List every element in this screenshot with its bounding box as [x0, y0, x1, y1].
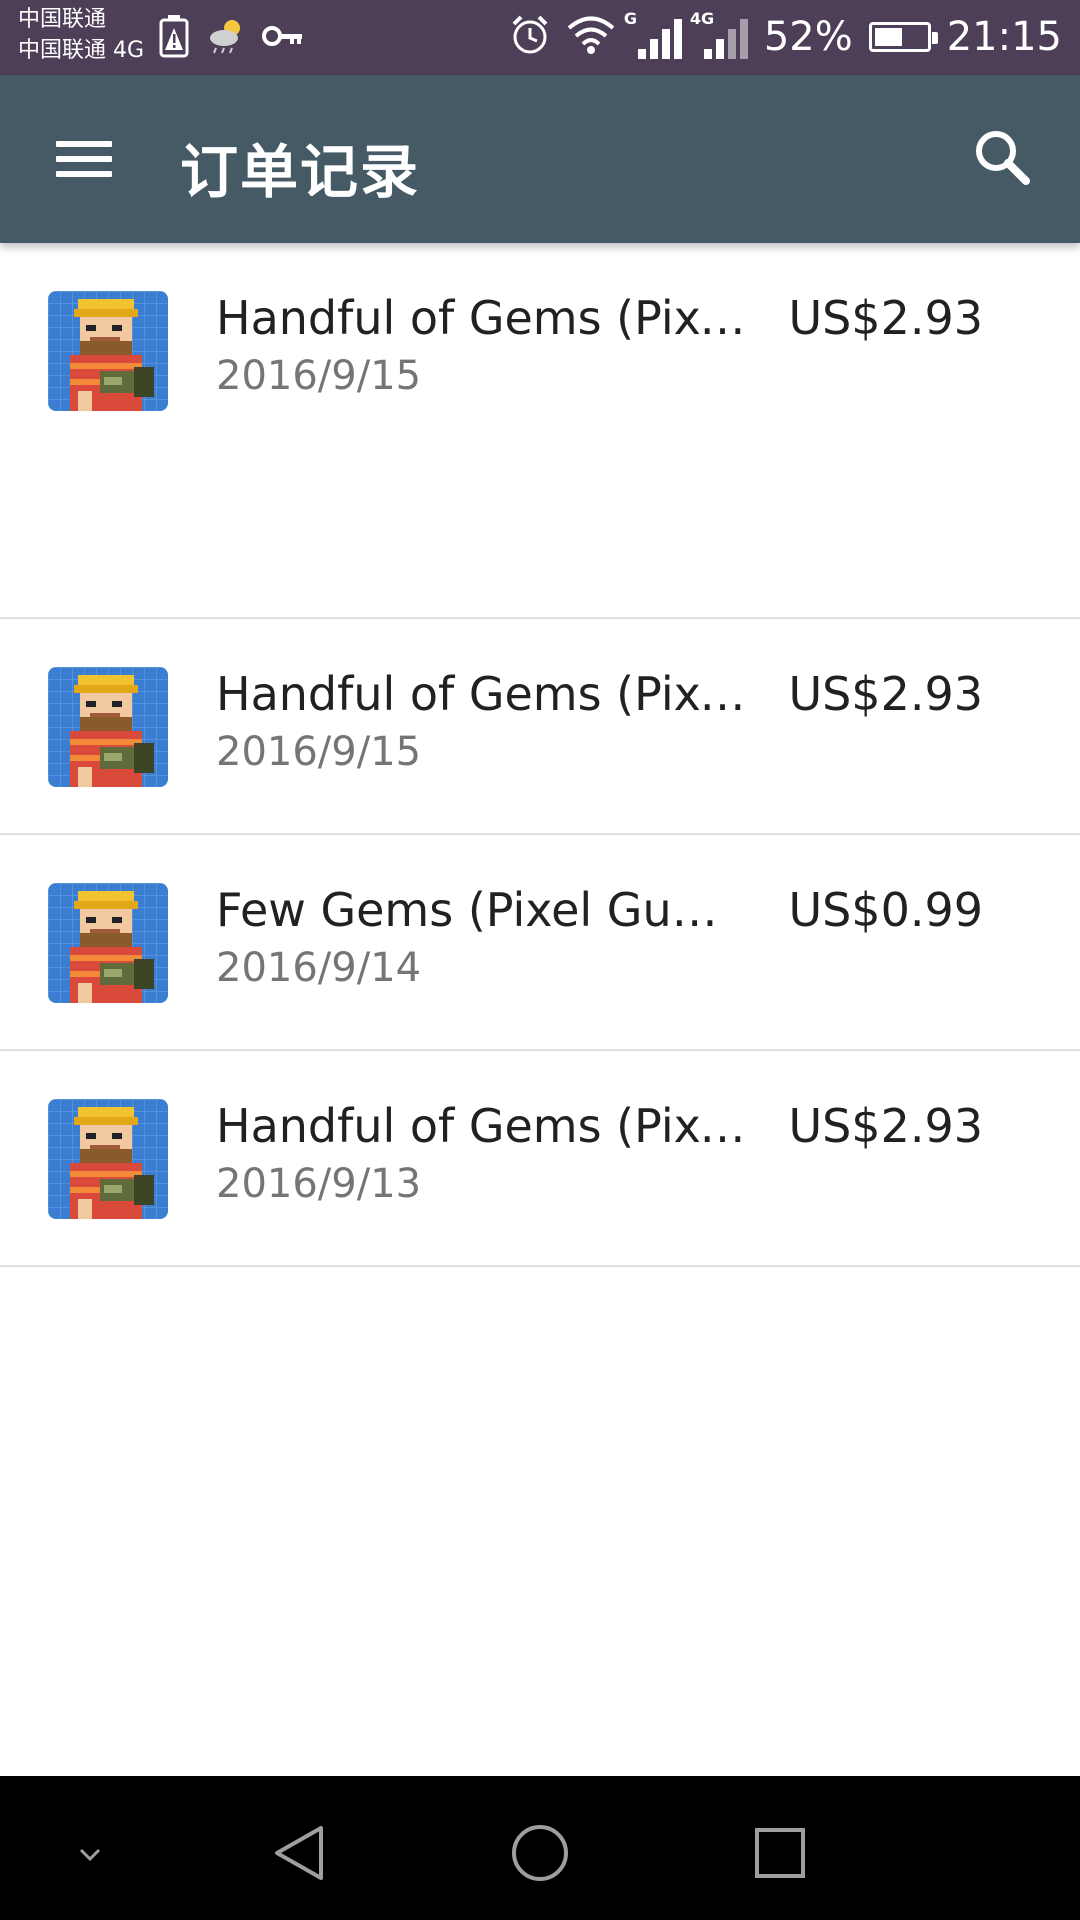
home-button[interactable]: [505, 1818, 575, 1888]
key-icon: [262, 21, 304, 55]
carrier-info: 中国联通 中国联通 4G: [18, 4, 144, 66]
order-row[interactable]: Handful of Gems (Pixel… 2016/9/15 US$2.9…: [0, 243, 1080, 619]
order-row[interactable]: Few Gems (Pixel Gun 3… 2016/9/14 US$0.99: [0, 835, 1080, 1051]
order-price: US$0.99: [788, 883, 983, 937]
clock: 21:15: [946, 14, 1062, 60]
pixel-gun-app-icon: [48, 883, 168, 1003]
order-row[interactable]: Handful of Gems (Pixel… 2016/9/15 US$2.9…: [0, 619, 1080, 835]
system-status-icons: G 4G 52% 21:15: [510, 9, 1062, 60]
recents-button[interactable]: [745, 1818, 815, 1888]
carrier-line-1: 中国联通: [18, 7, 107, 32]
order-list: Handful of Gems (Pixel… 2016/9/15 US$2.9…: [0, 243, 1080, 1267]
hide-nav-button[interactable]: [55, 1818, 125, 1888]
search-icon: [976, 131, 1030, 185]
order-row[interactable]: Handful of Gems (Pixel… 2016/9/13 US$2.9…: [0, 1051, 1080, 1267]
navigation-bar: [0, 1776, 1080, 1920]
pixel-gun-app-icon: [48, 291, 168, 411]
order-item-name: Handful of Gems (Pixel…: [216, 291, 746, 345]
order-item-name: Handful of Gems (Pixel…: [216, 1099, 746, 1153]
order-date: 2016/9/14: [216, 945, 422, 991]
order-item-name: Handful of Gems (Pixel…: [216, 667, 746, 721]
order-date: 2016/9/13: [216, 1161, 422, 1207]
status-bar: 中国联通 中国联通 4G G 4G 52% 21:15: [0, 0, 1080, 75]
order-item-name: Few Gems (Pixel Gun 3…: [216, 883, 746, 937]
order-date: 2016/9/15: [216, 353, 422, 399]
menu-button[interactable]: [40, 119, 128, 199]
page-title: 订单记录: [180, 138, 421, 206]
app-bar: 订单记录: [0, 75, 1080, 243]
recents-icon: [755, 1828, 805, 1878]
chevron-down-icon: [79, 1848, 101, 1862]
battery-percent: 52%: [763, 14, 853, 60]
battery-level-fill: [874, 28, 902, 46]
order-price: US$2.93: [788, 1099, 983, 1153]
order-price: US$2.93: [788, 291, 983, 345]
signal-icon: 4G: [690, 9, 748, 59]
order-date: 2016/9/15: [216, 729, 422, 775]
network-type-label: 4G: [689, 9, 715, 28]
pixel-gun-app-icon: [48, 1099, 168, 1219]
search-button[interactable]: [964, 119, 1044, 199]
battery-alert-icon: [158, 14, 190, 62]
pixel-gun-app-icon: [48, 667, 168, 787]
back-button[interactable]: [265, 1818, 335, 1888]
signal-icon: G: [624, 9, 682, 59]
network-type-label: G: [623, 9, 637, 28]
carrier-line-2: 中国联通 4G: [18, 38, 145, 63]
back-icon: [275, 1826, 323, 1880]
home-icon: [512, 1825, 568, 1881]
alarm-icon: [510, 14, 550, 60]
battery-icon: [868, 22, 938, 52]
order-price: US$2.93: [788, 667, 983, 721]
wifi-icon: [566, 15, 616, 59]
cloud-weather-icon: [208, 16, 244, 60]
notification-icons: [158, 14, 304, 62]
